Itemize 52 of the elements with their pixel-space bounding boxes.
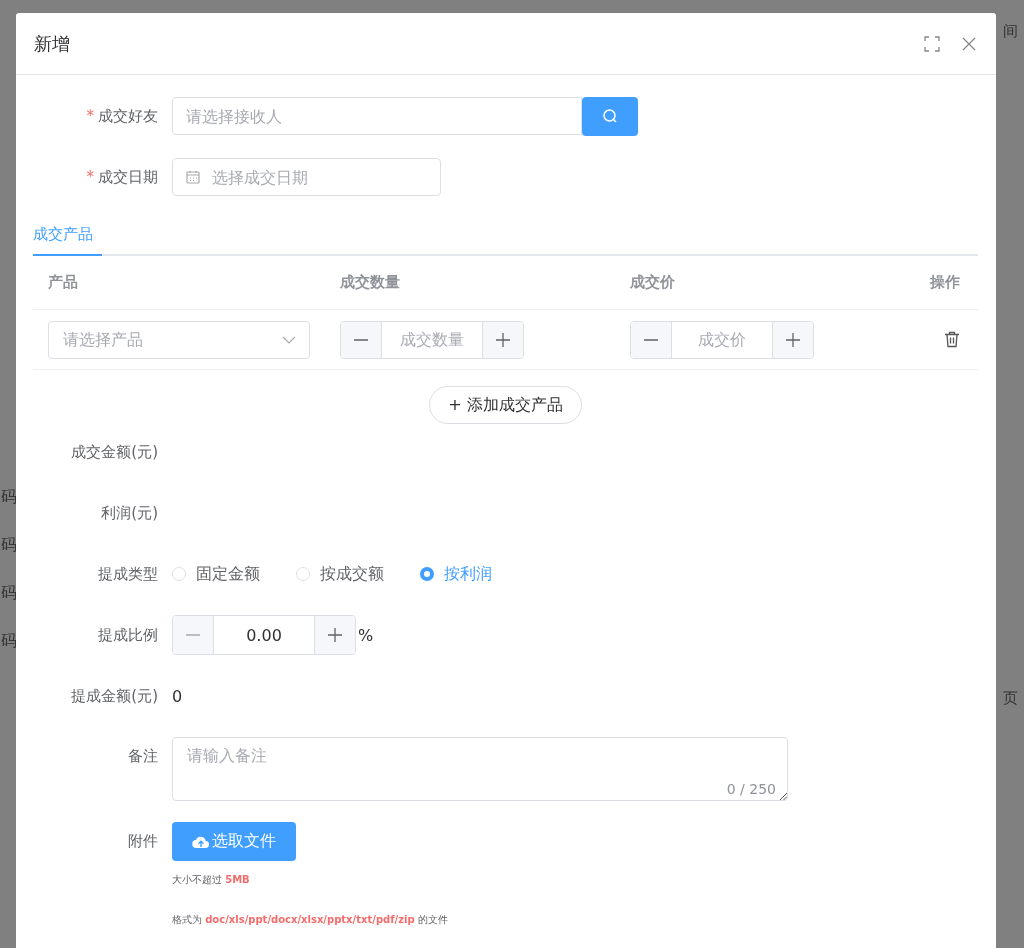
radio-label[interactable]: 固定金额 — [196, 563, 260, 585]
background-text: 码 — [1, 631, 16, 652]
hint-text: 大小不超过 5MB — [172, 873, 250, 887]
field-label: 提成类型 — [98, 564, 158, 584]
input-field[interactable]: 请选择接收人 — [172, 97, 582, 135]
background-text: 码 — [1, 583, 16, 604]
radio-label[interactable]: 按成交额 — [320, 563, 384, 585]
fullscreen-icon[interactable] — [924, 35, 940, 52]
quantity-input[interactable]: 成交数量 — [382, 321, 482, 358]
background-text: 码 — [1, 535, 16, 556]
price-input[interactable]: 成交价 — [672, 321, 772, 358]
field-label: 提成金额(元) — [71, 686, 158, 706]
search-button[interactable] — [582, 96, 638, 136]
add-product-button[interactable]: + 添加成交产品 — [429, 386, 582, 424]
field-label: 附件 — [128, 832, 158, 851]
trash-icon[interactable] — [944, 331, 960, 348]
column-header: 成交数量 — [340, 273, 401, 292]
field-label: 备注 — [128, 747, 158, 766]
required-mark: * — [86, 106, 94, 126]
radio-button[interactable] — [420, 567, 434, 581]
background-text: 码 — [1, 487, 16, 508]
chevron-down-icon — [282, 335, 296, 344]
hint-text: 格式为 doc/xls/ppt/docx/xlsx/pptx/txt/pdf/zip 的文件 — [172, 913, 448, 927]
quantity-stepper[interactable]: 成交数量 — [340, 320, 524, 359]
amount-value: 0 — [172, 686, 183, 706]
field-label: 成交日期 — [98, 167, 158, 187]
search-icon — [602, 108, 618, 124]
unit-text: % — [358, 625, 374, 645]
field-label: 成交金额(元) — [71, 442, 158, 462]
field-label: 利润(元) — [101, 503, 158, 523]
column-header: 产品 — [47, 273, 79, 292]
column-header: 操作 — [929, 273, 961, 292]
rate-input[interactable]: 0.00 — [214, 616, 314, 654]
required-mark: * — [86, 167, 94, 187]
background-text: 间 — [1002, 22, 1018, 41]
cloud-upload-icon — [192, 834, 210, 849]
plus-icon[interactable] — [786, 332, 800, 347]
calendar-icon — [186, 170, 200, 184]
background-text: 页 — [1002, 689, 1018, 708]
rate-stepper[interactable]: 0.00 — [172, 615, 356, 655]
field-label: 成交好友 — [98, 106, 158, 126]
resize-handle-icon[interactable] — [780, 793, 787, 800]
plus-icon[interactable] — [496, 332, 510, 347]
price-stepper[interactable]: 成交价 — [630, 320, 814, 359]
character-counter: 0 / 250 — [726, 781, 776, 797]
field-label: 提成比例 — [98, 625, 158, 645]
date-field[interactable]: 选择成交日期 — [172, 158, 441, 196]
product-select[interactable]: 请选择产品 — [48, 320, 310, 359]
plus-icon[interactable] — [328, 628, 342, 642]
column-header: 成交价 — [630, 273, 676, 292]
dialog-title: 新增 — [34, 31, 71, 56]
close-icon[interactable] — [962, 36, 976, 51]
